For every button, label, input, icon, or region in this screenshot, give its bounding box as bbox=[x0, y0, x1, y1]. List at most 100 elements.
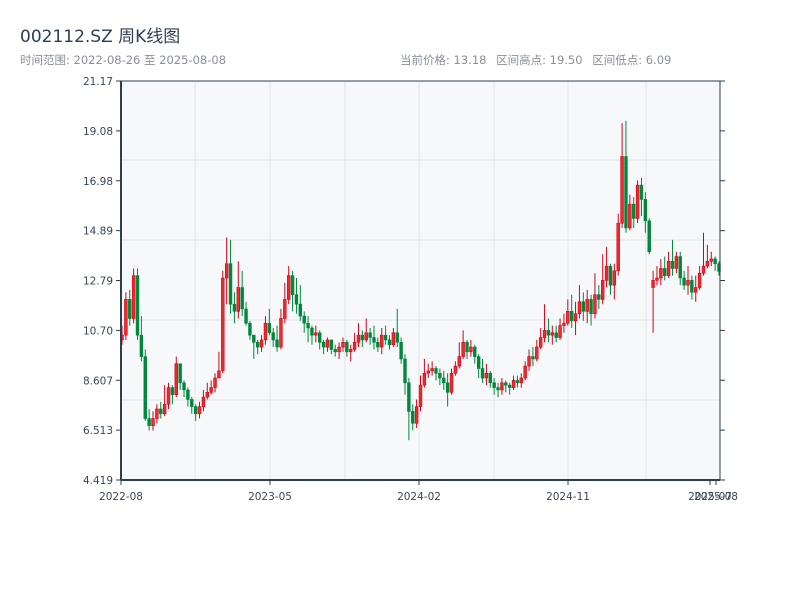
candle-body bbox=[124, 299, 128, 336]
candle-body bbox=[352, 341, 357, 350]
candle-body bbox=[290, 275, 295, 295]
candle-body bbox=[399, 341, 403, 360]
candle-body bbox=[705, 261, 710, 267]
candle-body bbox=[360, 334, 365, 341]
candle-body bbox=[453, 365, 458, 374]
candle-body bbox=[445, 382, 450, 393]
candle-body bbox=[162, 403, 167, 415]
candle-body bbox=[228, 263, 233, 305]
y-tick-label: 14.89 bbox=[83, 226, 113, 238]
candle-body bbox=[593, 294, 597, 315]
candle-body bbox=[329, 339, 334, 350]
candle-body bbox=[535, 346, 539, 360]
candle-body bbox=[217, 370, 221, 379]
candle-body bbox=[531, 356, 535, 360]
candle-body bbox=[236, 287, 240, 312]
candle-body bbox=[589, 299, 593, 315]
candle-body bbox=[500, 382, 504, 391]
candle-body bbox=[511, 380, 516, 388]
candle bbox=[124, 292, 128, 340]
candle-body bbox=[411, 411, 415, 424]
candle-body bbox=[364, 332, 368, 341]
candle-body bbox=[426, 370, 430, 374]
candle-body bbox=[469, 346, 473, 353]
candle-body bbox=[492, 382, 496, 388]
candle-body bbox=[128, 299, 132, 319]
candle-body bbox=[407, 382, 411, 412]
candle-body bbox=[263, 322, 268, 341]
candle-body bbox=[221, 277, 225, 372]
y-tick-label: 16.98 bbox=[83, 176, 113, 188]
candle-body bbox=[442, 377, 446, 384]
candle-body bbox=[507, 384, 512, 388]
candle-body bbox=[349, 349, 353, 353]
candle-body bbox=[159, 408, 163, 415]
y-tick-label: 12.79 bbox=[83, 276, 113, 288]
candle-body bbox=[562, 322, 566, 326]
candle-body bbox=[465, 341, 469, 353]
candle-body bbox=[674, 256, 679, 269]
candle-body bbox=[457, 356, 461, 367]
candle-body bbox=[213, 377, 217, 388]
candle-body bbox=[608, 265, 613, 286]
candle-body bbox=[395, 332, 399, 343]
candle bbox=[647, 218, 651, 255]
candle bbox=[221, 270, 225, 374]
candle-body bbox=[380, 334, 384, 348]
candle-body bbox=[430, 368, 434, 372]
candle-body bbox=[569, 311, 574, 322]
candlestick-chart: 4.419 6.513 8.607 10.70 12.79 14.89 16.98 19.08… bbox=[83, 76, 738, 503]
candle-body bbox=[550, 332, 555, 336]
candle-body bbox=[449, 372, 454, 393]
candle-body bbox=[383, 334, 388, 341]
y-tick-label: 10.70 bbox=[83, 325, 113, 337]
candle-body bbox=[651, 280, 655, 288]
candle-body bbox=[690, 280, 694, 293]
candle-body bbox=[546, 330, 551, 336]
candle-body bbox=[414, 406, 419, 424]
plot-area bbox=[121, 81, 720, 480]
candle-body bbox=[573, 313, 578, 322]
candle-body bbox=[368, 332, 372, 338]
candle-body bbox=[205, 392, 209, 398]
candle-body bbox=[678, 256, 682, 279]
candle-body bbox=[422, 372, 427, 386]
candle-body bbox=[434, 368, 438, 374]
candle-body bbox=[639, 184, 644, 200]
candle-body bbox=[271, 332, 275, 341]
candle-body bbox=[647, 220, 651, 253]
candle-body bbox=[577, 301, 582, 315]
candle-body bbox=[682, 277, 686, 286]
y-tick-label: 6.513 bbox=[83, 425, 113, 437]
candle-body bbox=[694, 287, 698, 293]
candle-body bbox=[542, 330, 547, 338]
candle-body bbox=[197, 406, 202, 415]
candle-body bbox=[356, 334, 361, 343]
candle-body bbox=[240, 287, 244, 310]
candle-body bbox=[186, 389, 190, 400]
candle-body bbox=[170, 387, 175, 396]
candle-body bbox=[341, 341, 345, 348]
candle-body bbox=[601, 280, 605, 300]
candle-body bbox=[259, 339, 264, 348]
candle-body bbox=[209, 387, 213, 393]
y-tick-label: 21.17 bbox=[83, 76, 113, 88]
candle-body bbox=[267, 322, 272, 334]
y-tick-label: 8.607 bbox=[83, 375, 113, 387]
candle-body bbox=[461, 341, 465, 357]
candle-body bbox=[527, 356, 531, 367]
x-tick-label: 2025-08 bbox=[694, 491, 738, 503]
candle-body bbox=[597, 294, 601, 300]
candle-body bbox=[166, 387, 171, 405]
candle-body bbox=[193, 406, 198, 415]
candle-body bbox=[321, 341, 326, 348]
candle-body bbox=[143, 356, 147, 419]
candle-body bbox=[306, 322, 310, 329]
candle-body bbox=[473, 346, 477, 357]
candle-body bbox=[496, 387, 500, 391]
candle-body bbox=[663, 268, 667, 276]
candle-body bbox=[635, 184, 640, 219]
candle-body bbox=[666, 261, 671, 276]
candle-body bbox=[325, 339, 330, 348]
candle-body bbox=[701, 265, 706, 274]
